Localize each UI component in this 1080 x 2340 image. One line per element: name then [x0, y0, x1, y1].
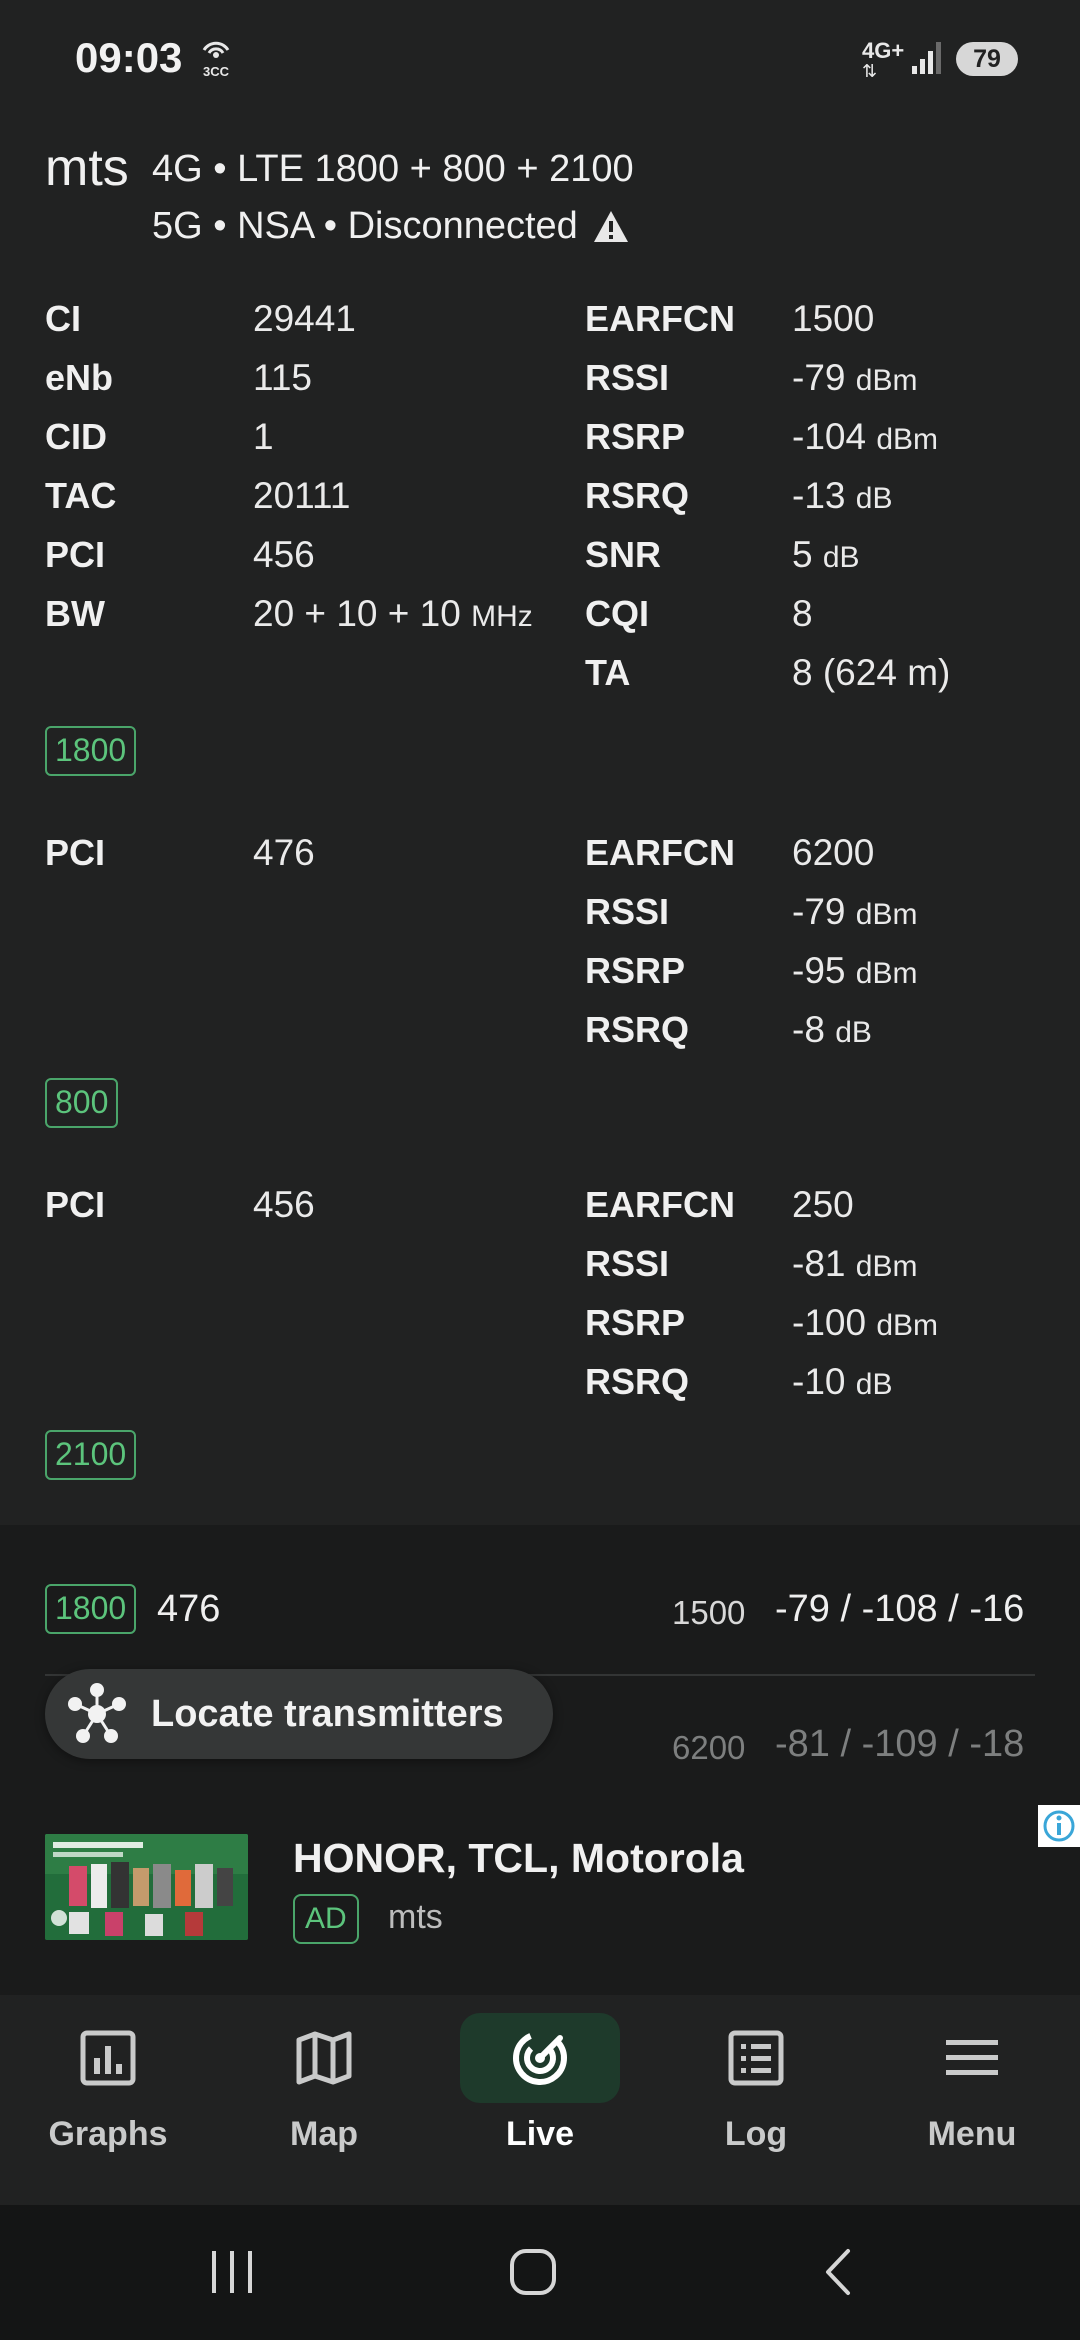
nav-item-live[interactable]: Live — [450, 1995, 630, 2205]
nav-label: Live — [505, 2115, 575, 2153]
recent-apps-icon[interactable] — [208, 2247, 256, 2297]
neighbor-pci: 476 — [157, 1588, 221, 1630]
cell-key: RSRQ — [585, 475, 690, 516]
cell-key: RSSI — [585, 891, 670, 932]
cell-value: 476 — [253, 832, 315, 873]
nr-status: 5G • NSA • Disconnected — [152, 205, 630, 248]
home-icon[interactable] — [508, 2247, 558, 2297]
neighbor-earfcn: 6200 — [672, 1729, 746, 1766]
back-icon[interactable] — [818, 2247, 858, 2297]
cell-value: -10 dB — [792, 1361, 893, 1402]
lte-info: 4G • LTE 1800 + 800 + 2100 — [152, 148, 634, 190]
bottom-nav: Graphs Map Live Log Menu — [0, 1995, 1080, 2205]
cell-value: 250 — [792, 1184, 854, 1225]
cell-value: -79 dBm — [792, 891, 918, 932]
graphs-icon — [80, 2030, 136, 2086]
band-badge: 1800 — [45, 1584, 137, 1634]
nav-icon-wrap — [892, 2013, 1052, 2103]
cell-key: EARFCN — [585, 1184, 735, 1225]
locate-transmitters-button[interactable]: Locate transmitters — [45, 1669, 553, 1759]
cell-key: CID — [45, 416, 107, 457]
system-nav-bar — [0, 2205, 1080, 2340]
warning-icon — [593, 210, 628, 242]
cell-value: 8 — [792, 593, 813, 634]
hotspot-label: 3CC — [203, 64, 230, 79]
cell-value: 20111 — [253, 475, 351, 516]
nr-status-text: 5G • NSA • Disconnected — [152, 205, 578, 247]
cell-value: 5 dB — [792, 534, 860, 575]
operator-name: mts — [45, 139, 129, 197]
ad-image[interactable] — [45, 1834, 248, 1940]
cell-key: EARFCN — [585, 832, 735, 873]
cell-key: RSSI — [585, 1243, 670, 1284]
status-time: 09:03 — [75, 34, 183, 81]
cell-key: RSRQ — [585, 1009, 690, 1050]
live-icon — [513, 2031, 567, 2085]
ad-source: mts — [388, 1898, 443, 1936]
neighbor-values: -81 / -109 / -18 — [775, 1723, 1025, 1765]
cell-value: -13 dB — [792, 475, 893, 516]
cell-value: 115 — [253, 357, 312, 398]
cell-key: TA — [585, 652, 631, 693]
cell-key: RSRQ — [585, 1361, 690, 1402]
battery-indicator: 79 — [956, 42, 1018, 76]
info-icon[interactable] — [1038, 1805, 1080, 1847]
nav-icon-wrap — [676, 2013, 836, 2103]
nav-item-graphs[interactable]: Graphs — [18, 1995, 198, 2205]
cell-key: RSRP — [585, 416, 686, 457]
cell-key: PCI — [45, 1184, 106, 1225]
cell-value: -8 dB — [792, 1009, 872, 1050]
cell-value: -79 dBm — [792, 357, 918, 398]
locate-transmitters-label: Locate transmitters — [151, 1692, 504, 1735]
nav-item-log[interactable]: Log — [666, 1995, 846, 2205]
hotspot-icon: 3CC — [202, 41, 230, 79]
cell-value: 20 + 10 + 10 MHz — [253, 593, 533, 634]
neighbor-earfcn: 1500 — [672, 1594, 746, 1631]
cell-key: eNb — [45, 357, 114, 398]
band-badge: 2100 — [45, 1430, 137, 1480]
cell-value: 1500 — [792, 298, 875, 339]
cell-key: TAC — [45, 475, 117, 516]
nav-label: Menu — [927, 2115, 1017, 2153]
cell-key: RSRP — [585, 1302, 686, 1343]
cell-value: 8 (624 m) — [792, 652, 951, 693]
cell-key: SNR — [585, 534, 662, 575]
cell-key: PCI — [45, 832, 106, 873]
cell-value: 456 — [253, 534, 315, 575]
ad-badge: AD — [293, 1894, 359, 1944]
cell-key: CQI — [585, 593, 650, 634]
cell-value: 456 — [253, 1184, 315, 1225]
nav-item-map[interactable]: Map — [234, 1995, 414, 2205]
nav-icon-wrap — [28, 2013, 188, 2103]
cell-key: PCI — [45, 534, 106, 575]
band-badge: 1800 — [45, 726, 137, 776]
log-icon — [728, 2030, 784, 2086]
nav-icon-wrap — [460, 2013, 620, 2103]
cell-value: 1 — [253, 416, 274, 457]
nav-item-menu[interactable]: Menu — [882, 1995, 1062, 2205]
nav-label: Map — [290, 2115, 358, 2153]
cell-key: CI — [45, 298, 81, 339]
neighbor-values: -79 / -108 / -16 — [775, 1588, 1025, 1630]
cell-value: -81 dBm — [792, 1243, 918, 1284]
cell-value: 29441 — [253, 298, 356, 339]
cell-value: -95 dBm — [792, 950, 918, 991]
map-icon — [296, 2031, 352, 2085]
nav-label: Log — [724, 2115, 788, 2153]
ad-title[interactable]: HONOR, TCL, Motorola — [293, 1835, 744, 1882]
nav-label: Graphs — [48, 2115, 168, 2153]
cell-key: RSRP — [585, 950, 686, 991]
cell-value: -100 dBm — [792, 1302, 939, 1343]
cell-key: EARFCN — [585, 298, 735, 339]
cell-key: BW — [45, 593, 105, 634]
cell-key: RSSI — [585, 357, 670, 398]
network-type-icon: 4G+ ⇅ — [862, 38, 905, 81]
nav-icon-wrap — [244, 2013, 404, 2103]
transmitters-icon — [68, 1683, 126, 1743]
cell-value: -104 dBm — [792, 416, 939, 457]
cell-value: 6200 — [792, 832, 875, 873]
signal-icon — [912, 42, 941, 74]
band-badge: 800 — [45, 1078, 119, 1128]
menu-icon — [946, 2040, 998, 2075]
